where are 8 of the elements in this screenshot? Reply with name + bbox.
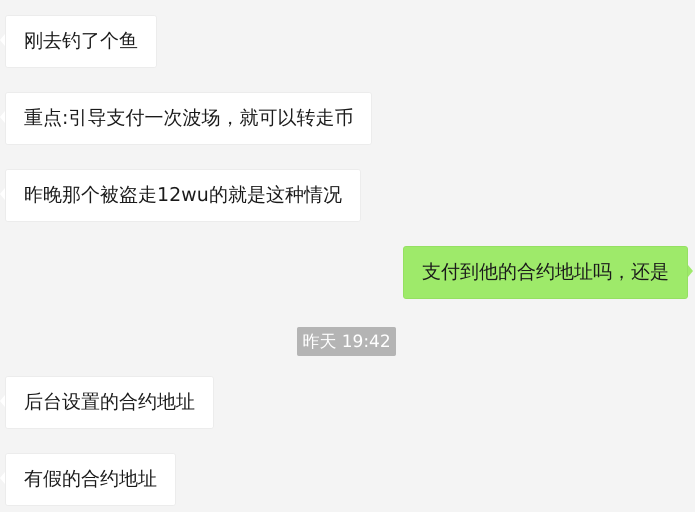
message-bubble: 刚去钓了个鱼	[5, 15, 157, 68]
message-bubble: 有假的合约地址	[5, 453, 176, 506]
message-bubble: 重点:引导支付一次波场，就可以转走币	[5, 92, 372, 145]
message-bubble: 后台设置的合约地址	[5, 376, 214, 429]
message-bubble: 支付到他的合约地址吗，还是	[403, 246, 688, 299]
message-bubble: 昨晚那个被盗走12wu的就是这种情况	[5, 169, 361, 222]
timestamp: 昨天 19:42	[297, 327, 396, 356]
bubble-tail	[688, 265, 693, 277]
